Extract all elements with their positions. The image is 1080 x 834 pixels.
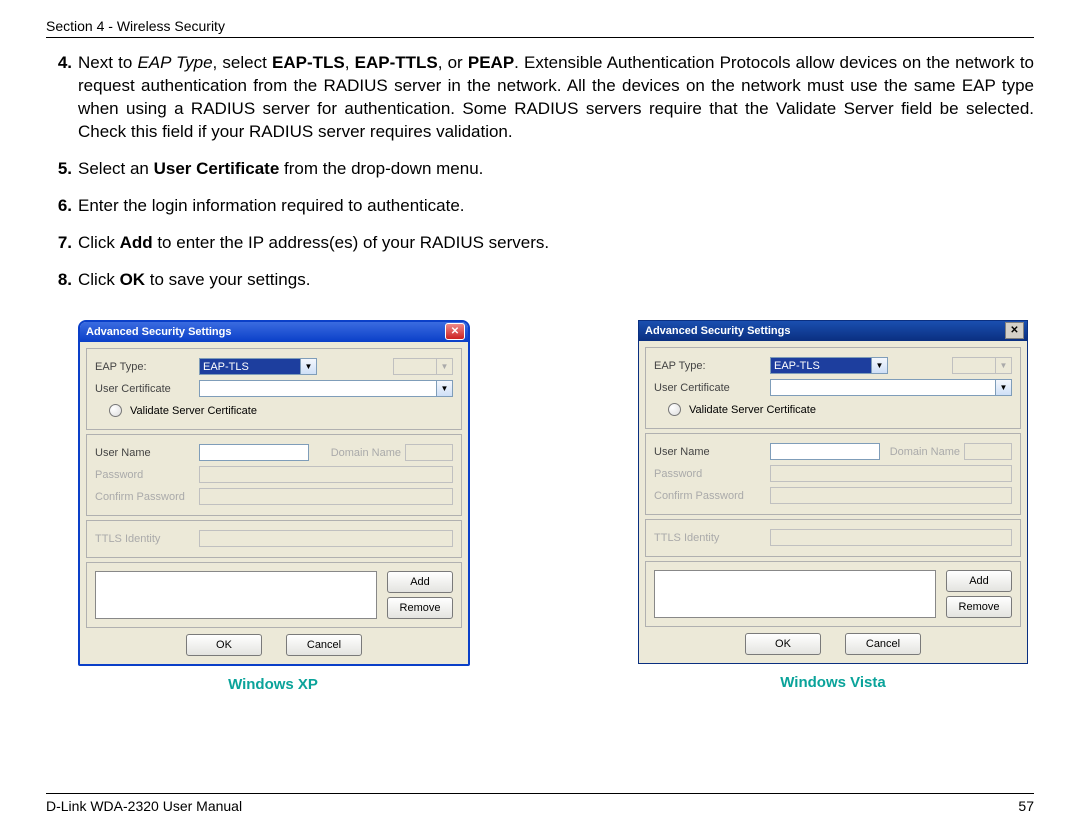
chevron-down-icon: ▼: [995, 358, 1011, 373]
add-button[interactable]: Add: [387, 571, 453, 593]
label-confirm: Confirm Password: [654, 490, 766, 502]
step-text: Next to EAP Type, select EAP-TLS, EAP-TT…: [78, 52, 1034, 144]
remove-button[interactable]: Remove: [946, 596, 1012, 618]
ttls-input: [199, 530, 453, 547]
step-text: Click OK to save your settings.: [78, 269, 1034, 292]
ttls-input: [770, 529, 1012, 546]
label-domain: Domain Name: [331, 447, 401, 459]
label-ttls: TTLS Identity: [654, 532, 766, 544]
close-icon[interactable]: ✕: [445, 323, 465, 340]
label-user-name: User Name: [95, 447, 195, 459]
confirm-password-input: [199, 488, 453, 505]
step-text: Select an User Certificate from the drop…: [78, 158, 1034, 181]
label-eap-type: EAP Type:: [95, 361, 195, 373]
step-8: 8. Click OK to save your settings.: [46, 269, 1034, 292]
dialog-title: Advanced Security Settings: [645, 325, 791, 337]
user-name-input[interactable]: [199, 444, 309, 461]
step-5: 5. Select an User Certificate from the d…: [46, 158, 1034, 181]
dialog-titlebar[interactable]: Advanced Security Settings ✕: [639, 321, 1027, 341]
section-header: Section 4 - Wireless Security: [46, 18, 1034, 38]
footer-page-number: 57: [1018, 798, 1034, 814]
step-text: Click Add to enter the IP address(es) of…: [78, 232, 1034, 255]
label-ttls: TTLS Identity: [95, 533, 195, 545]
user-cert-select[interactable]: ▼: [199, 380, 453, 397]
dialog-title: Advanced Security Settings: [86, 326, 232, 338]
step-text: Enter the login information required to …: [78, 195, 1034, 218]
label-eap-type: EAP Type:: [654, 360, 766, 372]
page-footer: D-Link WDA-2320 User Manual 57: [46, 793, 1034, 814]
cancel-button[interactable]: Cancel: [845, 633, 921, 655]
label-user-cert: User Certificate: [654, 382, 766, 394]
chevron-down-icon: ▼: [436, 359, 452, 374]
label-validate: Validate Server Certificate: [689, 404, 816, 416]
step-7: 7. Click Add to enter the IP address(es)…: [46, 232, 1034, 255]
chevron-down-icon: ▼: [436, 381, 452, 396]
footer-left: D-Link WDA-2320 User Manual: [46, 798, 242, 814]
disabled-select: ▼: [952, 357, 1012, 374]
step-6: 6. Enter the login information required …: [46, 195, 1034, 218]
figure-xp: Advanced Security Settings ✕ EAP Type: E…: [78, 320, 468, 693]
disabled-select: ▼: [393, 358, 453, 375]
user-cert-select[interactable]: ▼: [770, 379, 1012, 396]
eap-type-select[interactable]: EAP-TLS ▼: [199, 358, 317, 375]
confirm-password-input: [770, 487, 1012, 504]
close-icon[interactable]: ✕: [1005, 322, 1024, 339]
chevron-down-icon: ▼: [995, 380, 1011, 395]
ok-button[interactable]: OK: [745, 633, 821, 655]
eap-type-select[interactable]: EAP-TLS ▼: [770, 357, 888, 374]
password-input: [199, 466, 453, 483]
step-number: 6.: [46, 195, 78, 218]
step-4: 4. Next to EAP Type, select EAP-TLS, EAP…: [46, 52, 1034, 144]
chevron-down-icon: ▼: [871, 358, 887, 373]
add-button[interactable]: Add: [946, 570, 1012, 592]
validate-radio[interactable]: [109, 404, 122, 417]
label-user-cert: User Certificate: [95, 383, 195, 395]
validate-radio[interactable]: [668, 403, 681, 416]
remove-button[interactable]: Remove: [387, 597, 453, 619]
figure-vista: Advanced Security Settings ✕ EAP Type: E…: [638, 320, 1028, 693]
steps-list: 4. Next to EAP Type, select EAP-TLS, EAP…: [46, 52, 1034, 292]
domain-input: [964, 443, 1012, 460]
password-input: [770, 465, 1012, 482]
step-number: 7.: [46, 232, 78, 255]
chevron-down-icon: ▼: [300, 359, 316, 374]
caption-xp: Windows XP: [78, 676, 468, 693]
caption-vista: Windows Vista: [638, 674, 1028, 691]
radius-list[interactable]: [654, 570, 936, 618]
label-user-name: User Name: [654, 446, 766, 458]
radius-list[interactable]: [95, 571, 377, 619]
dialog-xp: Advanced Security Settings ✕ EAP Type: E…: [78, 320, 470, 666]
label-confirm: Confirm Password: [95, 491, 195, 503]
label-password: Password: [95, 469, 195, 481]
step-number: 8.: [46, 269, 78, 292]
cancel-button[interactable]: Cancel: [286, 634, 362, 656]
user-name-input[interactable]: [770, 443, 880, 460]
step-number: 5.: [46, 158, 78, 181]
label-validate: Validate Server Certificate: [130, 405, 257, 417]
label-password: Password: [654, 468, 766, 480]
step-number: 4.: [46, 52, 78, 144]
dialog-vista: Advanced Security Settings ✕ EAP Type: E…: [638, 320, 1028, 664]
dialog-titlebar[interactable]: Advanced Security Settings ✕: [80, 322, 468, 342]
domain-input: [405, 444, 453, 461]
ok-button[interactable]: OK: [186, 634, 262, 656]
label-domain: Domain Name: [890, 446, 960, 458]
